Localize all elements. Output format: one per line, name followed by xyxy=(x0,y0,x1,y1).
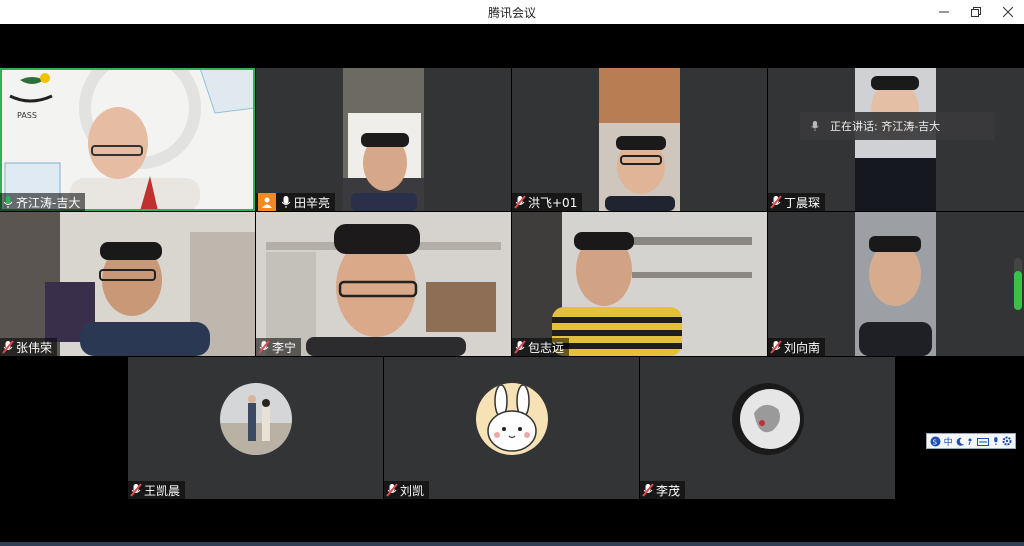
participant-name: 丁晨琛 xyxy=(784,195,821,210)
restore-button[interactable] xyxy=(960,0,992,24)
video-tile[interactable]: 李宁 xyxy=(256,212,511,356)
video-feed: PASS xyxy=(0,68,255,211)
participant-name: 洪飞+01 xyxy=(528,195,578,210)
video-grid: PASS 齐江涛-吉大 田辛亮 洪飞+01 丁晨琛 张伟荣 李宁 包志远 刘向南… xyxy=(0,24,1024,546)
participant-name: 王凯晨 xyxy=(144,483,181,498)
avatar-image xyxy=(475,383,548,455)
host-badge-icon xyxy=(258,193,276,211)
avatar xyxy=(731,383,804,455)
close-button[interactable] xyxy=(992,0,1024,24)
participant-name-tag: 张伟荣 xyxy=(0,338,58,356)
video-feed xyxy=(512,212,767,356)
video-tile[interactable]: 张伟荣 xyxy=(0,212,255,356)
punctuation-icon[interactable] xyxy=(967,437,974,446)
window-titlebar: 腾讯会议 xyxy=(0,0,1024,24)
participant-name: 刘凯 xyxy=(400,483,425,498)
video-tile[interactable]: PASS 齐江涛-吉大 xyxy=(0,68,255,211)
avatar xyxy=(219,383,292,455)
mic-muted-icon xyxy=(642,483,654,497)
participant-name: 包志远 xyxy=(528,340,565,355)
minimize-icon xyxy=(939,11,949,13)
mic-muted-icon xyxy=(130,483,142,497)
volume-level xyxy=(1014,271,1022,310)
window-controls xyxy=(928,0,1024,24)
participant-name-tag: 李茂 xyxy=(640,481,686,499)
ime-mode-label[interactable]: 中 xyxy=(944,435,953,448)
window-title: 腾讯会议 xyxy=(487,5,536,20)
mic-on-icon xyxy=(3,196,13,208)
gear-icon[interactable] xyxy=(1002,436,1012,446)
participant-name-tag: 刘凯 xyxy=(384,481,430,499)
speaking-text: 正在讲话: 齐江涛-吉大 xyxy=(830,120,941,133)
avatar xyxy=(475,383,548,455)
video-tile[interactable]: 刘向南 xyxy=(768,212,1024,356)
participant-name: 李宁 xyxy=(272,340,297,355)
mic-muted-icon xyxy=(770,340,782,354)
participant-name: 刘向南 xyxy=(784,340,821,355)
video-tile[interactable]: 刘凯 xyxy=(384,357,639,499)
svg-text:S: S xyxy=(933,438,938,446)
mic-muted-icon xyxy=(770,195,782,209)
taskbar-edge xyxy=(0,542,1024,546)
video-feed xyxy=(0,212,255,356)
restore-icon xyxy=(971,7,981,17)
speaking-indicator: 正在讲话: 齐江涛-吉大 xyxy=(800,112,995,140)
video-feed xyxy=(343,68,424,211)
participant-name: 齐江涛-吉大 xyxy=(16,195,81,210)
avatar-image xyxy=(731,383,804,455)
mic-muted-icon xyxy=(514,340,526,354)
video-tile[interactable]: 李茂 xyxy=(640,357,895,499)
video-tile[interactable]: 洪飞+01 xyxy=(512,68,767,211)
participant-name-tag: 李宁 xyxy=(256,338,302,356)
participant-name-tag: 刘向南 xyxy=(768,338,826,356)
mic-on-icon xyxy=(281,196,291,208)
mic-icon xyxy=(811,121,819,131)
minimize-button[interactable] xyxy=(928,0,960,24)
video-tile[interactable]: 田辛亮 xyxy=(256,68,511,211)
participant-name: 李茂 xyxy=(656,483,681,498)
mic-muted-icon xyxy=(386,483,398,497)
participant-name-tag: 丁晨琛 xyxy=(768,193,826,211)
mic-muted-icon xyxy=(514,195,526,209)
mic-icon[interactable] xyxy=(992,436,1000,446)
video-tile[interactable]: 包志远 xyxy=(512,212,767,356)
keyboard-icon[interactable] xyxy=(977,437,989,446)
video-feed xyxy=(256,212,511,356)
mic-muted-icon xyxy=(2,340,14,354)
volume-meter xyxy=(1014,258,1022,310)
participant-name-tag: 齐江涛-吉大 xyxy=(0,193,86,211)
participant-name-tag: 田辛亮 xyxy=(256,193,336,211)
participant-name: 张伟荣 xyxy=(16,340,53,355)
video-tile[interactable]: 王凯晨 xyxy=(128,357,383,499)
ime-logo-icon: S xyxy=(930,436,941,446)
video-feed xyxy=(599,68,680,211)
close-icon xyxy=(1003,7,1013,17)
participant-name-tag: 包志远 xyxy=(512,338,570,356)
participant-name-tag: 洪飞+01 xyxy=(512,193,583,211)
ime-toolbar[interactable]: S 中 xyxy=(926,433,1016,449)
moon-icon[interactable] xyxy=(956,437,965,446)
participant-name: 田辛亮 xyxy=(294,195,331,210)
video-feed xyxy=(855,212,936,356)
svg-text:PASS: PASS xyxy=(17,111,37,120)
participant-name-tag: 王凯晨 xyxy=(128,481,186,499)
mic-muted-icon xyxy=(258,340,270,354)
avatar-image xyxy=(219,383,292,455)
